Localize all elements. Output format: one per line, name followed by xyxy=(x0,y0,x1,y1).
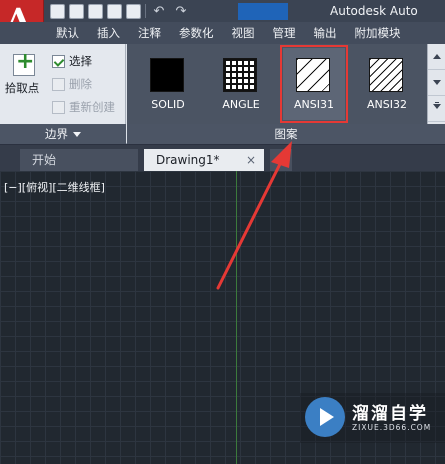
ribbon-panel-area: 拾取点 选择 删除 重新创建 边界 SOLID ANGLE xyxy=(0,44,445,144)
dense-diagonal-hatch-icon xyxy=(369,58,403,92)
pattern-panel-title: 图案 xyxy=(127,124,445,144)
boundary-panel: 拾取点 选择 删除 重新创建 边界 xyxy=(0,44,126,144)
chevron-down-icon xyxy=(73,131,81,137)
expand-gallery-icon[interactable] xyxy=(428,96,445,122)
tab-drawing1[interactable]: Drawing1* × xyxy=(144,149,264,171)
add-point-icon xyxy=(13,49,35,76)
pattern-label: ANGLE xyxy=(222,98,260,111)
diagonal-hatch-icon xyxy=(296,58,330,92)
pattern-label: SOLID xyxy=(151,98,185,111)
ribbon-tab-bar: 默认 插入 注释 参数化 视图 管理 输出 附加模块 xyxy=(0,22,445,44)
watermark: 溜溜自学 ZIXUE.3D66.COM xyxy=(300,393,445,443)
app-title: Autodesk Auto xyxy=(330,4,418,18)
tab-view[interactable]: 视图 xyxy=(223,22,264,44)
recreate-label: 重新创建 xyxy=(69,100,115,114)
watermark-name: 溜溜自学 xyxy=(352,404,428,424)
select-icon xyxy=(52,54,65,68)
file-tab-bar: 开始 Drawing1* × + xyxy=(0,145,445,171)
plus-icon: + xyxy=(275,153,287,167)
pattern-title-label: 图案 xyxy=(274,127,298,141)
y-axis-line xyxy=(236,171,237,464)
tab-annotate[interactable]: 注释 xyxy=(129,22,170,44)
title-bar: A ↶ ↷ Autodesk Auto xyxy=(0,0,445,44)
pattern-gallery: SOLID ANGLE ANSI31 ANSI32 xyxy=(127,44,427,124)
play-logo-icon xyxy=(305,397,345,437)
undo-icon[interactable]: ↶ xyxy=(150,4,168,19)
pattern-ansi31[interactable]: ANSI31 xyxy=(280,45,348,123)
pattern-angle[interactable]: ANGLE xyxy=(210,48,272,120)
grid-pattern-icon xyxy=(223,58,257,92)
workspace-strip[interactable] xyxy=(238,3,288,20)
tab-drawing1-label: Drawing1* xyxy=(156,153,220,167)
tab-default[interactable]: 默认 xyxy=(47,22,88,44)
pattern-label: ANSI32 xyxy=(367,98,407,111)
boundary-panel-title[interactable]: 边界 xyxy=(0,124,126,144)
select-label: 选择 xyxy=(69,54,92,68)
tab-insert[interactable]: 插入 xyxy=(88,22,129,44)
remove-boundary-button[interactable]: 删除 xyxy=(52,75,92,93)
tab-start-label: 开始 xyxy=(32,153,57,167)
open-file-icon[interactable] xyxy=(69,3,84,19)
print-icon[interactable] xyxy=(126,3,141,19)
save-icon[interactable] xyxy=(88,3,103,19)
toolbar-divider xyxy=(145,4,146,18)
close-icon[interactable]: × xyxy=(246,149,256,171)
redo-icon[interactable]: ↷ xyxy=(172,4,190,19)
recreate-boundary-button[interactable]: 重新创建 xyxy=(52,98,115,116)
recreate-icon xyxy=(52,100,65,114)
pick-points-label: 拾取点 xyxy=(4,81,40,95)
tab-start[interactable]: 开始 xyxy=(20,149,138,171)
scroll-down-icon[interactable] xyxy=(428,70,445,96)
boundary-title-label: 边界 xyxy=(45,127,68,141)
tab-parametric[interactable]: 参数化 xyxy=(170,22,223,44)
scroll-up-icon[interactable] xyxy=(428,44,445,70)
pattern-solid[interactable]: SOLID xyxy=(137,48,199,120)
viewport-controls[interactable]: [−][俯视][二维线框] xyxy=(4,179,105,195)
watermark-url: ZIXUE.3D66.COM xyxy=(352,423,432,432)
solid-pattern-icon xyxy=(150,58,184,92)
select-objects-button[interactable]: 选择 xyxy=(52,52,92,70)
save-as-icon[interactable] xyxy=(107,3,122,19)
pattern-ansi32[interactable]: ANSI32 xyxy=(356,48,418,120)
remove-label: 删除 xyxy=(69,77,92,91)
pattern-label: ANSI31 xyxy=(294,98,334,111)
new-tab-button[interactable]: + xyxy=(270,149,292,171)
gallery-scroll xyxy=(427,44,445,124)
pick-points-button[interactable]: 拾取点 xyxy=(5,49,42,110)
new-file-icon[interactable] xyxy=(50,3,65,19)
remove-icon xyxy=(52,77,65,91)
pattern-panel: SOLID ANGLE ANSI31 ANSI32 图案 xyxy=(127,44,445,144)
tab-output[interactable]: 输出 xyxy=(305,22,346,44)
quick-access-toolbar: ↶ ↷ xyxy=(50,2,190,20)
tab-addins[interactable]: 附加模块 xyxy=(346,22,410,44)
tab-manage[interactable]: 管理 xyxy=(264,22,305,44)
